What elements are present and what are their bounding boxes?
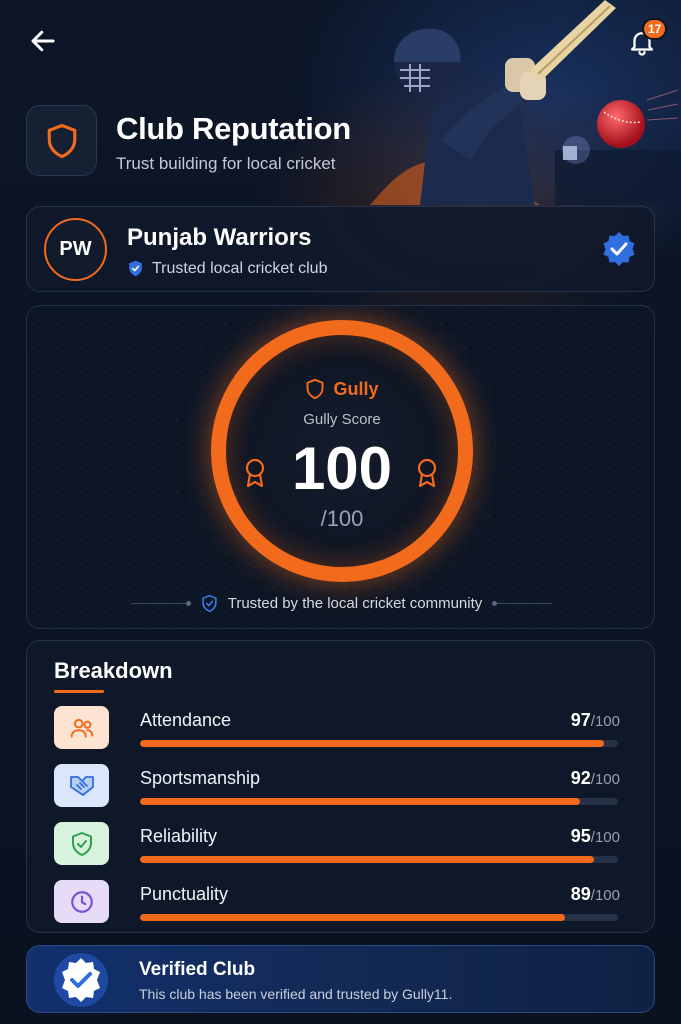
verified-subtitle: This club has been verified and trusted … [139, 986, 453, 1002]
progress-bar [140, 856, 618, 863]
page-subtitle: Trust building for local cricket [116, 154, 336, 173]
shield-check-icon [202, 594, 217, 613]
punctuality-icon-tile [54, 880, 109, 923]
page-header: Club Reputation Trust building for local… [26, 105, 386, 177]
breakdown-title: Breakdown [54, 658, 173, 683]
progress-bar [140, 798, 618, 805]
breakdown-row-punctuality: Punctuality 89/100 [54, 880, 620, 928]
breakdown-row-reliability: Reliability 95/100 [54, 822, 620, 870]
back-button[interactable] [24, 22, 62, 60]
score-brand-text: Gully [333, 378, 379, 399]
verified-club-banner[interactable]: Verified Club This club has been verifie… [26, 945, 655, 1013]
progress-fill [140, 740, 604, 747]
breakdown-row-sportsmanship: Sportsmanship 92/100 [54, 764, 620, 812]
divider [130, 601, 191, 606]
breakdown-label: Punctuality [140, 884, 229, 904]
attendance-icon-tile [54, 706, 109, 749]
handshake-icon [69, 775, 94, 796]
sportsmanship-icon-tile [54, 764, 109, 807]
shield-icon [47, 123, 76, 158]
shield-check-icon [129, 260, 142, 277]
people-icon [70, 718, 93, 738]
medal-icon [417, 458, 437, 488]
breakdown-score: 89/100 [570, 884, 620, 904]
page-title: Club Reputation [116, 111, 351, 146]
breakdown-score: 95/100 [570, 826, 620, 846]
gully-score-card: Gully Gully Score 100 /100 Trusted by th… [26, 305, 655, 629]
club-name: Punjab Warriors [127, 224, 312, 251]
header-badge [26, 105, 97, 176]
club-avatar: PW [44, 218, 107, 281]
breakdown-label: Reliability [140, 826, 218, 846]
verified-title: Verified Club [139, 959, 256, 980]
title-underline [54, 690, 104, 693]
breakdown-score: 92/100 [570, 768, 620, 788]
notifications-button[interactable]: 17 [622, 18, 668, 62]
score-brand: Gully [207, 378, 477, 400]
divider [492, 601, 553, 606]
progress-bar [140, 914, 618, 921]
notification-badge: 17 [642, 18, 668, 40]
club-tag-text: Trusted local cricket club [152, 259, 328, 277]
breakdown-label: Attendance [140, 710, 232, 730]
reliability-icon-tile [54, 822, 109, 865]
shield-icon [306, 378, 324, 400]
arrow-left-icon [31, 30, 55, 52]
score-max: /100 [320, 506, 364, 531]
verified-badge-icon [603, 232, 635, 266]
progress-fill [140, 914, 566, 921]
score-label: Gully Score [303, 411, 381, 428]
progress-bar [140, 740, 618, 747]
trust-text: Trusted by the local cricket community [227, 595, 483, 612]
progress-fill [140, 798, 580, 805]
breakdown-label: Sportsmanship [140, 768, 261, 788]
medal-icon [245, 458, 265, 488]
club-card[interactable]: PW Punjab Warriors Trusted local cricket… [26, 206, 655, 292]
verified-badge-icon [54, 953, 108, 1007]
progress-fill [140, 856, 595, 863]
breakdown-score: 97/100 [570, 710, 620, 730]
club-tagline: Trusted local cricket club [127, 259, 327, 278]
clock-icon [70, 890, 93, 913]
trust-statement: Trusted by the local cricket community [27, 594, 654, 613]
score-ring: Gully Gully Score 100 /100 [207, 316, 477, 586]
shield-check-icon [71, 831, 92, 856]
top-bar: 17 [0, 0, 681, 80]
breakdown-card: Breakdown Attendance 97/100 Sportsmanshi… [26, 640, 655, 933]
breakdown-row-attendance: Attendance 97/100 [54, 706, 620, 754]
